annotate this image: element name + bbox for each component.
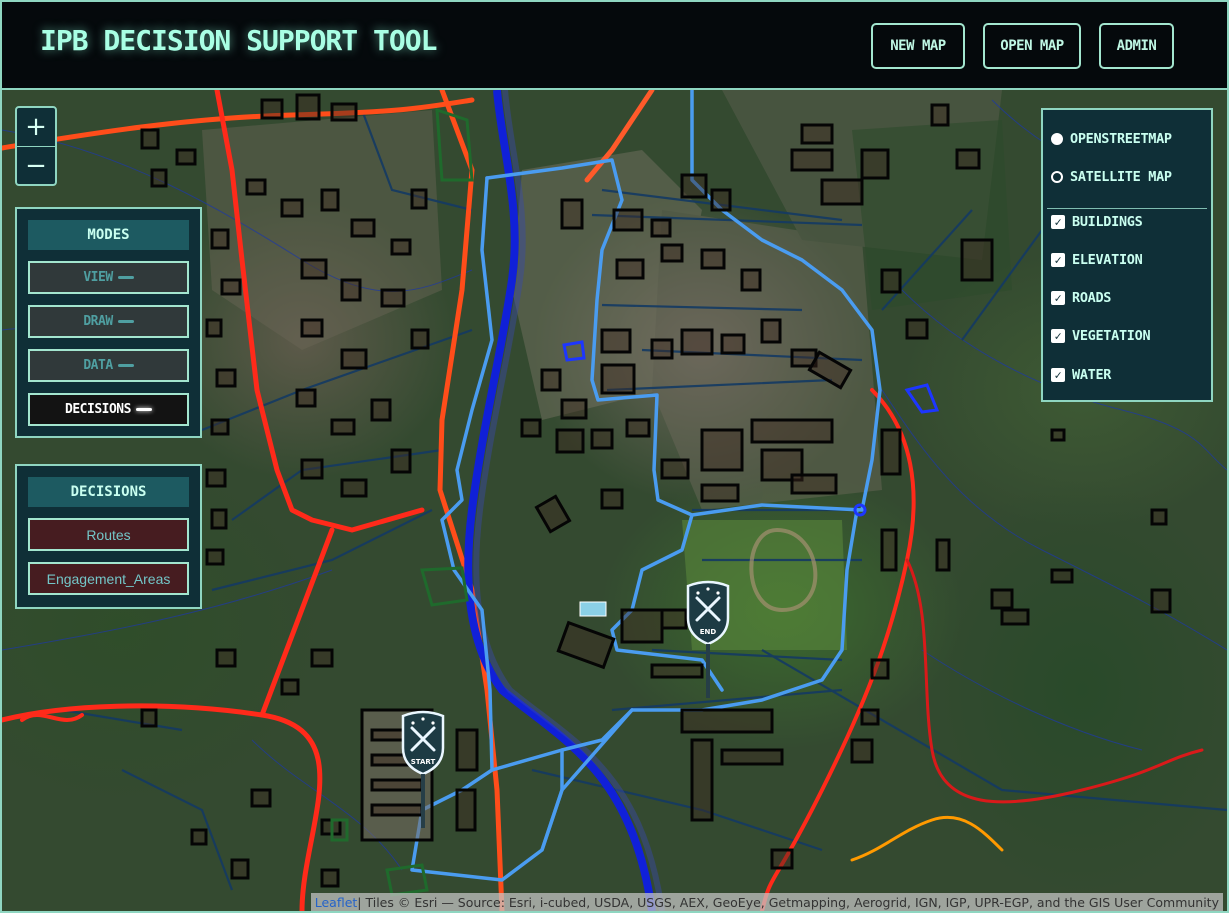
modes-panel: MODES VIEW DRAW DATA DECISIONS (15, 207, 202, 438)
map-canvas[interactable]: START END + − MODES VIEW DRAW DATA DECIS… (2, 90, 1227, 911)
base-layer-label: OPENSTREETMAP (1070, 131, 1172, 147)
zoom-control: + − (15, 106, 57, 186)
engagement-areas-button[interactable]: Engagement_Areas (28, 562, 189, 595)
app-window: IPB DECISION SUPPORT TOOL NEW MAP OPEN M… (0, 0, 1229, 913)
radio-icon[interactable] (1051, 171, 1063, 183)
radio-selected-icon[interactable] (1051, 133, 1063, 145)
mode-decisions-button[interactable]: DECISIONS (28, 393, 189, 426)
app-title: IPB DECISION SUPPORT TOOL (40, 24, 437, 57)
checkbox-icon[interactable]: ✓ (1051, 329, 1065, 343)
layers-control: OPENSTREETMAP SATELLITE MAP ✓ BUILDINGS ✓… (1041, 108, 1213, 402)
overlay-label: VEGETATION (1072, 328, 1151, 344)
swimming-pool (579, 601, 607, 617)
decisions-panel-title: DECISIONS (28, 477, 189, 507)
start-marker-icon[interactable]: START (399, 708, 447, 828)
base-layer-openstreetmap[interactable]: OPENSTREETMAP (1051, 127, 1172, 151)
mode-decisions-label: DECISIONS (65, 402, 131, 417)
leaflet-link[interactable]: Leaflet (315, 895, 358, 910)
zoom-out-button[interactable]: − (17, 147, 55, 185)
mode-data-button[interactable]: DATA (28, 349, 189, 382)
admin-button[interactable]: ADMIN (1099, 23, 1174, 69)
base-layer-satellite[interactable]: SATELLITE MAP (1051, 165, 1172, 189)
mode-data-label: DATA (83, 358, 113, 373)
header-bar: IPB DECISION SUPPORT TOOL NEW MAP OPEN M… (2, 2, 1227, 90)
mode-draw-label: DRAW (83, 314, 113, 329)
overlay-roads[interactable]: ✓ ROADS (1051, 286, 1111, 310)
start-marker-label: START (411, 758, 436, 766)
mode-draw-button[interactable]: DRAW (28, 305, 189, 338)
checkbox-icon[interactable]: ✓ (1051, 253, 1065, 267)
overlay-elevation[interactable]: ✓ ELEVATION (1051, 248, 1143, 272)
end-marker-icon[interactable]: END (684, 578, 732, 698)
dash-icon (117, 364, 134, 367)
overlay-label: WATER (1072, 367, 1112, 383)
overlay-label: ELEVATION (1072, 252, 1143, 268)
base-layer-label: SATELLITE MAP (1070, 169, 1172, 185)
mode-view-button[interactable]: VIEW (28, 261, 189, 294)
modes-panel-title: MODES (28, 220, 189, 250)
zoom-in-button[interactable]: + (17, 108, 55, 147)
routes-button[interactable]: Routes (28, 518, 189, 551)
layers-divider (1047, 208, 1207, 209)
overlay-label: BUILDINGS (1072, 214, 1143, 230)
attribution-text: | Tiles © Esri — Source: Esri, i-cubed, … (357, 894, 1219, 910)
dash-icon (117, 276, 134, 279)
open-map-button[interactable]: OPEN MAP (983, 23, 1081, 69)
decisions-panel: DECISIONS Routes Engagement_Areas (15, 464, 202, 609)
overlay-buildings[interactable]: ✓ BUILDINGS (1051, 210, 1143, 234)
dash-icon (117, 320, 134, 323)
checkbox-icon[interactable]: ✓ (1051, 291, 1065, 305)
overlay-vegetation[interactable]: ✓ VEGETATION (1051, 324, 1151, 348)
map-attribution: Leaflet | Tiles © Esri — Source: Esri, i… (310, 893, 1223, 911)
mode-view-label: VIEW (83, 270, 113, 285)
overlay-water[interactable]: ✓ WATER (1051, 363, 1111, 387)
checkbox-icon[interactable]: ✓ (1051, 368, 1065, 382)
checkbox-icon[interactable]: ✓ (1051, 215, 1065, 229)
new-map-button[interactable]: NEW MAP (871, 23, 965, 69)
end-marker-label: END (700, 628, 717, 636)
dash-icon (135, 408, 152, 411)
overlay-label: ROADS (1072, 290, 1112, 306)
